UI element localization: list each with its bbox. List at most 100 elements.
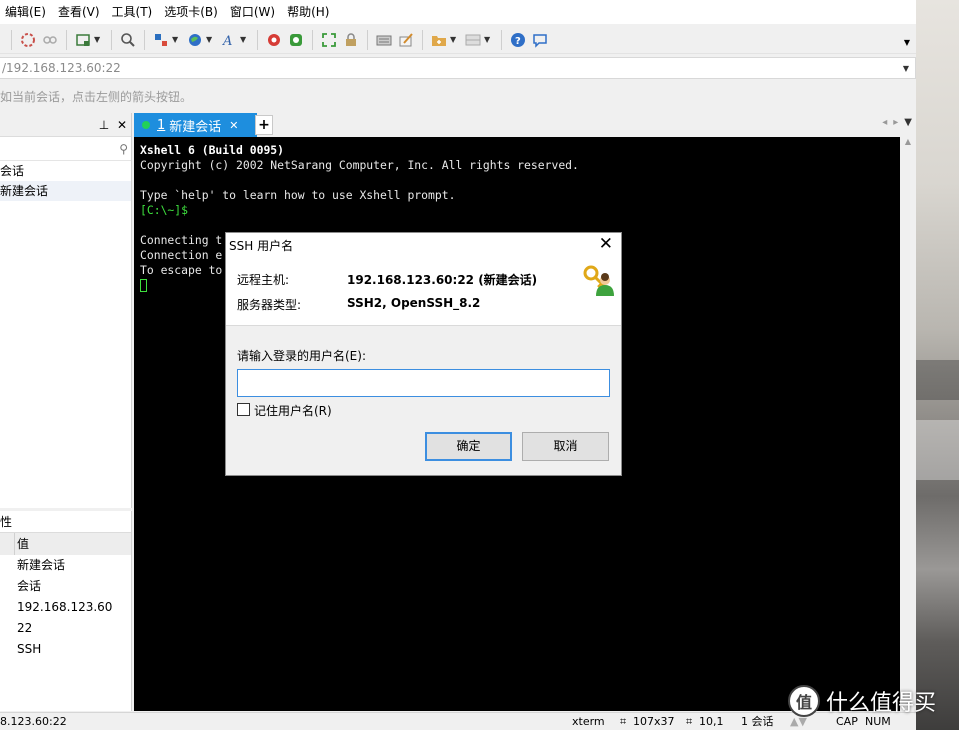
server-type-label: 服务器类型: <box>237 298 302 312</box>
username-input[interactable] <box>237 369 610 397</box>
wallpaper-shade <box>916 360 959 400</box>
grid-icon[interactable] <box>462 29 484 51</box>
session-tree-item[interactable]: 会话 <box>0 161 131 181</box>
session-tree-item[interactable]: 新建会话 <box>0 181 131 201</box>
disconnect-icon[interactable] <box>39 29 61 51</box>
add-tab-button[interactable]: + <box>255 115 273 135</box>
server-type-value: SSH2, OpenSSH_8.2 <box>347 296 481 310</box>
property-value: 192.168.123.60 <box>17 600 113 614</box>
menu-window[interactable]: 窗口(W) <box>225 0 282 24</box>
search-icon[interactable]: ⚲ <box>119 142 128 156</box>
terminal-cursor <box>140 279 147 292</box>
session-search-field[interactable]: ⚲ <box>0 139 131 161</box>
xshell-window: 编辑(E) 查看(V) 工具(T) 选项卡(B) 窗口(W) 帮助(H) ▼ ▼ <box>0 0 916 730</box>
xftp-icon[interactable] <box>263 29 285 51</box>
chevron-left-icon[interactable]: ◂ <box>882 117 887 128</box>
chevron-down-icon[interactable]: ▼ <box>904 117 912 128</box>
search-icon[interactable] <box>117 29 139 51</box>
tab-label: 新建会话 <box>169 119 222 135</box>
hint-text: 如当前会话，点击左侧的箭头按钮。 <box>0 89 193 104</box>
font-icon[interactable]: A <box>218 29 240 51</box>
session-panel-header: ⊥ ✕ <box>0 113 131 137</box>
scroll-up-icon[interactable]: ▲ <box>900 137 916 146</box>
ok-button[interactable]: 确定 <box>425 432 512 461</box>
tab-number: 1 <box>157 117 166 133</box>
menu-tools[interactable]: 工具(T) <box>107 0 160 24</box>
chevron-down-icon[interactable]: ▼ <box>240 35 248 44</box>
status-session-count: 1 会话 <box>741 715 774 728</box>
transfer-icon[interactable] <box>285 29 307 51</box>
user-key-icon <box>583 265 614 296</box>
fullscreen-icon[interactable] <box>318 29 340 51</box>
menu-edit[interactable]: 编辑(E) <box>0 0 53 24</box>
dialog-titlebar[interactable]: SSH 用户名 ✕ <box>226 233 621 257</box>
resize-icon: ⌗ <box>620 715 627 728</box>
menu-view[interactable]: 查看(V) <box>53 0 107 24</box>
column-value-header: 值 <box>14 533 29 555</box>
property-value: 新建会话 <box>17 558 66 572</box>
chevron-down-icon[interactable]: ▼ <box>94 35 102 44</box>
pin-icon[interactable]: ⊥ <box>95 118 113 132</box>
remember-username-checkbox[interactable] <box>237 403 250 416</box>
globe-icon[interactable] <box>184 29 206 51</box>
close-icon[interactable]: ✕ <box>599 234 613 254</box>
column-name-header <box>0 533 14 555</box>
toolbar-overflow-icon[interactable]: ▼ <box>904 38 910 47</box>
address-input[interactable]: /192.168.123.60:22 <box>0 61 897 75</box>
reconnect-icon[interactable] <box>17 29 39 51</box>
close-icon[interactable]: ✕ <box>113 118 131 132</box>
toolbar-divider <box>501 29 502 50</box>
remote-host-label: 远程主机: <box>237 273 290 287</box>
watermark-logo: 值 <box>788 685 820 717</box>
terminal-line: Type `help' to learn how to use Xshell p… <box>140 188 456 202</box>
toolbar-divider <box>312 29 313 50</box>
menu-help[interactable]: 帮助(H) <box>282 0 336 24</box>
status-bar: 8.123.60:22 xterm ⌗ 107x37 ⌗ 10,1 1 会话 ▲… <box>0 712 916 730</box>
cursor-pos-icon: ⌗ <box>686 715 693 728</box>
svg-text:A: A <box>222 34 232 48</box>
tab-navigation: ◂ ▸ ▼ <box>882 117 912 128</box>
menu-tab[interactable]: 选项卡(B) <box>159 0 225 24</box>
lock-icon[interactable] <box>340 29 362 51</box>
terminal-prompt: [C:\~]$ <box>140 203 189 217</box>
toolbar-divider <box>11 29 12 50</box>
watermark: 值 什么值得买 <box>788 685 936 717</box>
cancel-button[interactable]: 取消 <box>522 432 609 461</box>
folder-add-icon[interactable] <box>428 29 450 51</box>
wallpaper-highlight <box>916 420 959 480</box>
toolbar-divider <box>367 29 368 50</box>
chevron-down-icon[interactable]: ▼ <box>172 35 180 44</box>
tab-new-session[interactable]: 1 新建会话 ✕ <box>134 113 257 137</box>
remember-username-label[interactable]: 记住用户名(R) <box>254 402 332 419</box>
watermark-text: 什么值得买 <box>826 691 937 716</box>
dialog-info-section: 远程主机: 192.168.123.60:22 (新建会话) 服务器类型: SS… <box>226 257 621 326</box>
compose-icon[interactable] <box>395 29 417 51</box>
connected-status-icon <box>142 121 150 129</box>
toolbar-divider <box>257 29 258 50</box>
ssh-username-dialog: SSH 用户名 ✕ 远程主机: 192.168.123.60:22 (新建会话)… <box>225 232 622 476</box>
tab-bar: 1 新建会话 ✕ + ◂ ▸ ▼ <box>134 113 916 137</box>
terminal-scrollbar[interactable]: ▲ <box>900 137 916 711</box>
property-value: 22 <box>17 621 33 635</box>
username-prompt-label: 请输入登录的用户名(E): <box>237 349 366 363</box>
new-session-icon[interactable] <box>72 29 94 51</box>
terminal-line: Xshell 6 (Build 0095) <box>140 143 285 157</box>
chevron-down-icon[interactable]: ▼ <box>206 35 214 44</box>
toolbar-divider <box>144 29 145 50</box>
toolbar-divider <box>66 29 67 50</box>
chevron-right-icon[interactable]: ▸ <box>893 117 898 128</box>
svg-text:?: ? <box>515 36 521 47</box>
property-value: 会话 <box>17 579 42 593</box>
layout-icon[interactable] <box>150 29 172 51</box>
address-bar[interactable]: /192.168.123.60:22 ▼ <box>0 57 916 79</box>
chat-icon[interactable] <box>529 29 551 51</box>
dialog-title: SSH 用户名 <box>229 239 294 253</box>
close-icon[interactable]: ✕ <box>229 119 238 132</box>
chevron-down-icon[interactable]: ▼ <box>450 35 458 44</box>
status-cursor-position: 10,1 <box>699 715 724 728</box>
help-icon[interactable]: ? <box>507 29 529 51</box>
chevron-down-icon[interactable]: ▼ <box>484 35 492 44</box>
keyboard-icon[interactable] <box>373 29 395 51</box>
chevron-down-icon[interactable]: ▼ <box>897 64 915 73</box>
